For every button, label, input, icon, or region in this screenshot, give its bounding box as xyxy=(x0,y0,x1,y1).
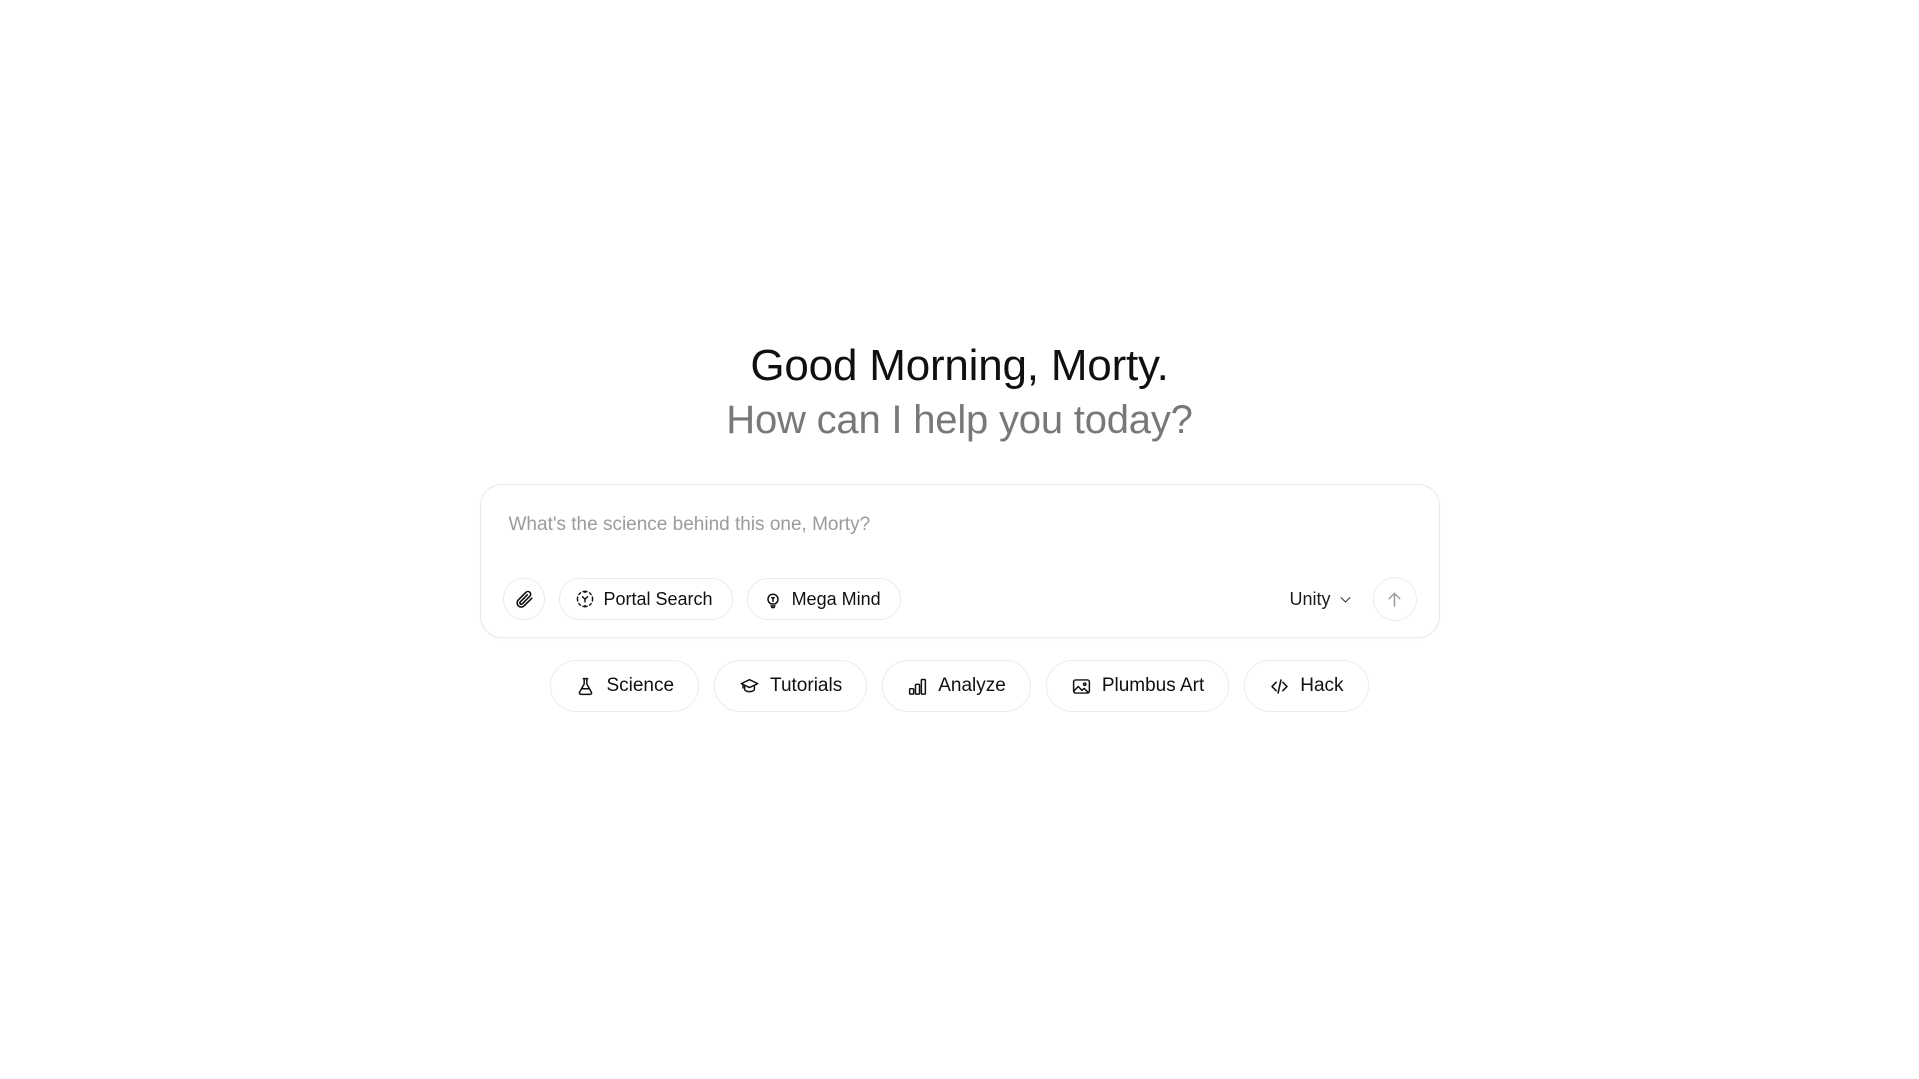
suggestion-chips: Science Tutorials Analyze Plumbus Art Ha… xyxy=(550,660,1369,712)
composer-tools: Portal Search Mega Mind xyxy=(502,578,901,620)
send-button[interactable] xyxy=(1372,577,1417,621)
page-title: Good Morning, Morty. xyxy=(750,341,1169,390)
suggestion-chip-tutorials[interactable]: Tutorials xyxy=(714,660,868,712)
composer-input-row xyxy=(503,507,1417,555)
suggestion-chip-hack-label: Hack xyxy=(1300,675,1344,696)
welcome-screen: Good Morning, Morty. How can I help you … xyxy=(0,338,1919,712)
tool-portal-search[interactable]: Portal Search xyxy=(558,578,733,620)
arrow-up-icon xyxy=(1384,589,1405,610)
page-subtitle: How can I help you today? xyxy=(726,398,1193,442)
lightbulb-icon xyxy=(763,589,783,609)
composer: Portal Search xyxy=(479,484,1440,638)
suggestion-chip-science[interactable]: Science xyxy=(550,660,700,712)
paperclip-icon xyxy=(514,589,534,609)
portal-scan-icon xyxy=(575,589,595,609)
code-icon xyxy=(1269,676,1290,697)
suggestion-chip-hack[interactable]: Hack xyxy=(1244,660,1369,712)
model-selector-label: Unity xyxy=(1289,588,1331,609)
model-selector[interactable]: Unity xyxy=(1285,583,1356,616)
composer-toolbar: Portal Search Mega Mind Unity xyxy=(502,577,1417,621)
composer-actions: Unity xyxy=(1285,577,1417,621)
tool-portal-search-label: Portal Search xyxy=(603,588,713,609)
app-root: Good Morning, Morty. How can I help you … xyxy=(0,0,1919,1079)
tool-mega-mind-label: Mega Mind xyxy=(791,588,881,609)
suggestion-chip-science-label: Science xyxy=(606,675,675,696)
prompt-input[interactable] xyxy=(508,511,1411,539)
bar-chart-icon xyxy=(907,676,928,697)
graduation-cap-icon xyxy=(739,676,760,697)
chevron-down-icon xyxy=(1338,592,1353,607)
flask-icon xyxy=(575,676,596,697)
suggestion-chip-plumbus-art-label: Plumbus Art xyxy=(1101,675,1205,696)
suggestion-chip-analyze-label: Analyze xyxy=(938,675,1006,696)
tool-mega-mind[interactable]: Mega Mind xyxy=(746,578,901,620)
image-icon xyxy=(1071,676,1092,697)
suggestion-chip-tutorials-label: Tutorials xyxy=(770,675,843,696)
suggestion-chip-analyze[interactable]: Analyze xyxy=(882,660,1031,712)
suggestion-chip-plumbus-art[interactable]: Plumbus Art xyxy=(1045,660,1230,712)
attach-button[interactable] xyxy=(502,578,545,620)
